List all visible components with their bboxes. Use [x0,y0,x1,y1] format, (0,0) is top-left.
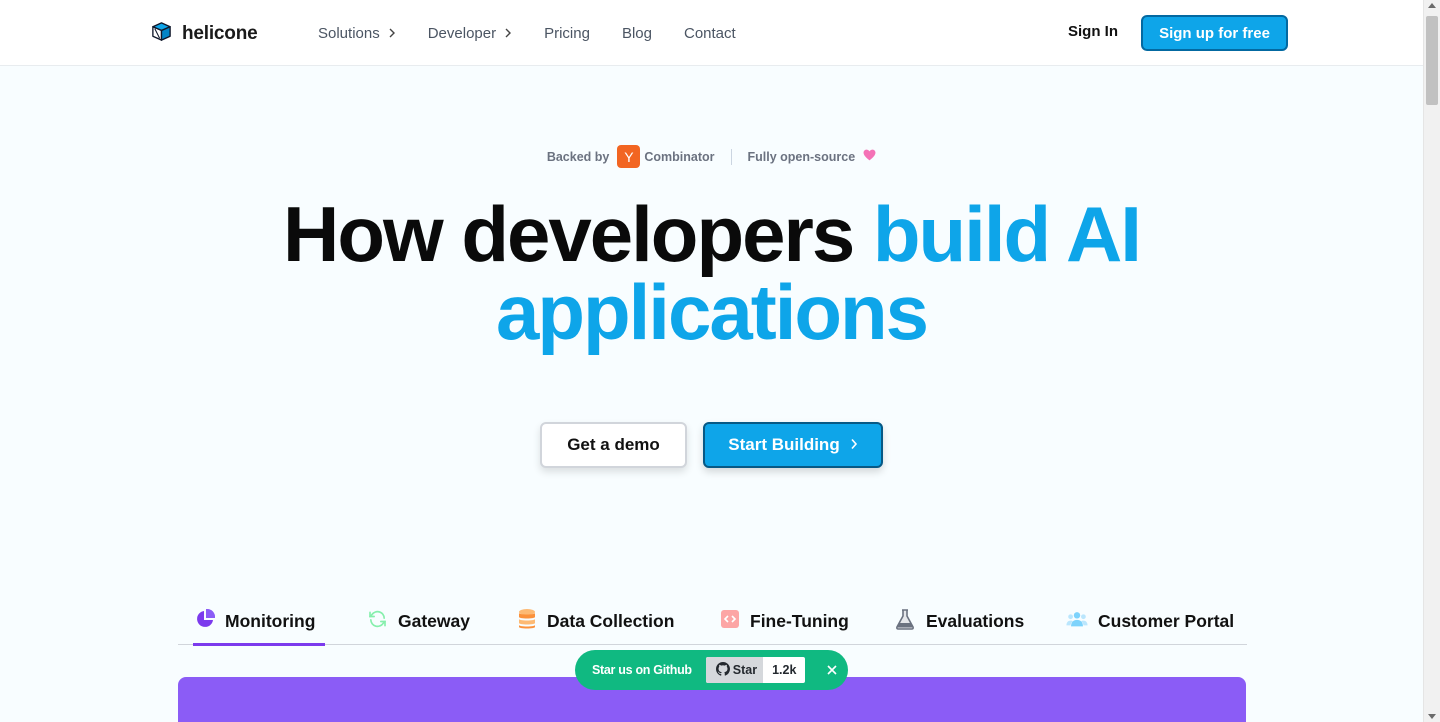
brand-name: helicone [182,23,258,44]
top-navbar: helicone Solutions Developer Pricing Blo… [0,0,1423,66]
tab-label: Monitoring [225,611,316,631]
github-star-label: Star [732,663,758,677]
github-banner-label: Star us on Github [592,663,692,677]
nav-label: Solutions [318,24,380,42]
sign-in-link[interactable]: Sign In [1068,23,1118,40]
tab-data-collection[interactable]: Data Collection [517,598,674,645]
tab-label: Data Collection [547,611,675,631]
tab-gateway[interactable]: Gateway [367,598,470,645]
nav-label: Contact [683,24,736,42]
helicone-logo-icon [150,20,173,48]
backed-by-label: Backed by [546,149,610,164]
combinator-label: Combinator [644,149,715,164]
nav-label: Blog [621,24,652,42]
code-icon [720,609,740,634]
divider [730,148,732,165]
scroll-down-arrow-icon[interactable] [1428,714,1436,719]
start-building-button[interactable]: Start Building [703,422,883,468]
github-star-button[interactable]: Star [705,657,764,683]
database-icon [517,608,537,635]
get-demo-button[interactable]: Get a demo [540,422,687,468]
nav-item-solutions[interactable]: Solutions [318,25,396,42]
github-star-widget[interactable]: Star 1.2k [705,657,806,683]
pie-chart-icon [195,608,216,634]
nav-item-blog[interactable]: Blog [622,25,652,42]
github-star-banner: Star us on Github Star 1.2k [575,650,848,690]
heart-icon [863,149,876,164]
scroll-thumb[interactable] [1426,16,1438,105]
y-combinator-logo-icon: Y [617,145,641,168]
start-building-label: Start Building [728,435,840,454]
scroll-up-arrow-icon[interactable] [1428,3,1436,8]
page-scrollbar[interactable] [1423,0,1440,722]
hero-blue-text: build AI [872,190,1142,278]
nav-label: Developer [427,24,497,42]
tab-label: Evaluations [926,611,1025,631]
nav-label: Pricing [544,24,590,42]
tab-label: Gateway [398,611,470,631]
tab-fine-tuning[interactable]: Fine-Tuning [720,598,849,645]
tab-label: Fine-Tuning [750,611,849,631]
github-star-count[interactable]: 1.2k [763,657,805,683]
refresh-icon [367,609,388,634]
users-icon [1066,609,1088,634]
brand-logo[interactable]: helicone [150,20,258,48]
tab-customer-portal[interactable]: Customer Portal [1066,598,1234,645]
chevron-right-icon [388,26,396,41]
github-icon [715,661,730,679]
chevron-right-icon [850,435,858,455]
nav-item-pricing[interactable]: Pricing [544,25,590,42]
nav-item-developer[interactable]: Developer [428,25,512,42]
hero-dark-text: How developers [283,190,855,278]
hero-heading: How developers build AI applications [0,195,1423,351]
tab-label: Customer Portal [1098,611,1235,631]
tab-evaluations[interactable]: Evaluations [894,598,1024,645]
tab-monitoring[interactable]: Monitoring [192,598,326,646]
feature-tabs: Monitoring Gateway Data Collection Fine-… [178,598,1247,646]
hero-line-2: applications [495,268,929,356]
close-icon[interactable] [827,662,838,678]
backed-by-banner: Backed by Y Combinator Fully open-source [0,145,1423,168]
sign-up-button[interactable]: Sign up for free [1141,15,1288,51]
open-source-label: Fully open-source [747,149,856,164]
nav-item-contact[interactable]: Contact [684,25,736,42]
chevron-right-icon [504,26,512,41]
main-nav: Solutions Developer Pricing Blog Contact [318,0,768,66]
flask-icon [894,608,916,635]
